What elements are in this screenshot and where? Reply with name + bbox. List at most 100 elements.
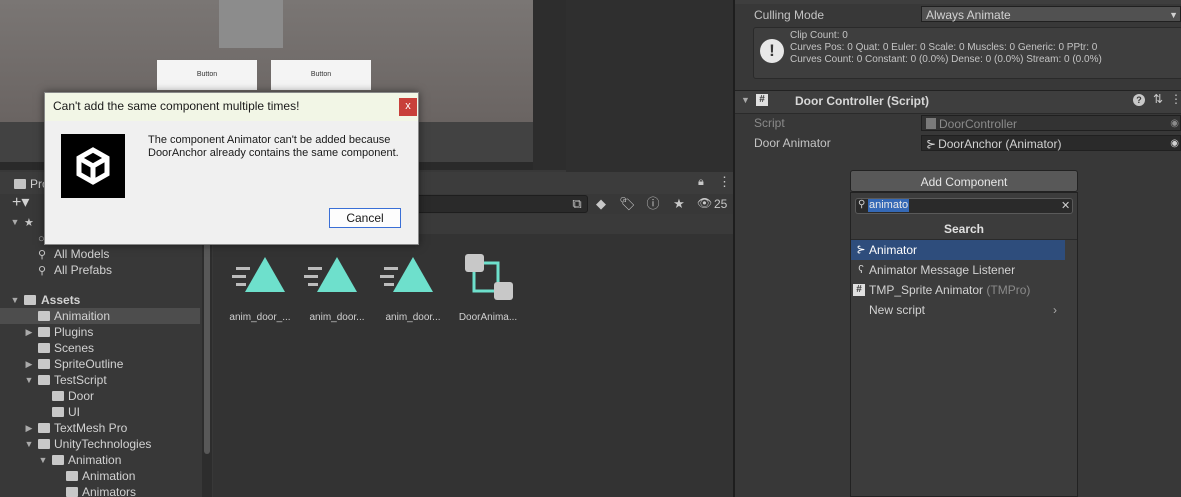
help-icon[interactable]: ? (1133, 94, 1145, 106)
favorite-star-icon[interactable]: ★ (671, 196, 687, 212)
chevron-down-icon: ▼ (1169, 10, 1178, 20)
clear-search-icon[interactable]: ✕ (1061, 199, 1070, 212)
dialog-close-button[interactable]: x (399, 98, 417, 116)
culling-mode-dropdown[interactable]: Always Animate ▼ (921, 6, 1181, 22)
expand-caret-icon[interactable]: ▼ (10, 214, 20, 230)
tree-item-animation-sub[interactable]: Animation (0, 468, 200, 484)
expand-caret-icon[interactable]: ▼ (38, 452, 48, 468)
asset-label: anim_door... (309, 312, 365, 323)
script-icon: # (756, 94, 768, 106)
expand-caret-icon[interactable]: ▼ (24, 436, 34, 452)
project-search-input[interactable] (410, 195, 588, 213)
dialog-message-line: DoorAnchor already contains the same com… (148, 147, 399, 159)
search-scope-icon[interactable]: ⧉ (569, 196, 585, 212)
component-option-animator-message-listener[interactable]: ʕ Animator Message Listener (851, 260, 1065, 280)
script-field: DoorController ◉ (921, 115, 1181, 131)
dialog-cancel-button[interactable]: Cancel (329, 208, 401, 228)
scene-ui-button: Button (271, 60, 371, 90)
tree-item-textmesh-pro[interactable]: ▶ TextMesh Pro (0, 420, 200, 436)
folder-icon (38, 311, 50, 321)
info-line: Curves Pos: 0 Quat: 0 Euler: 0 Scale: 0 … (790, 42, 1098, 53)
info-exclamation-icon: ! (760, 39, 784, 63)
component-option-new-script[interactable]: New script › (851, 300, 1065, 320)
empty-panel (566, 0, 733, 172)
tree-item-animation[interactable]: ▼ Animation (0, 452, 200, 468)
scene-door-object (219, 0, 283, 48)
unity-logo-icon (61, 134, 125, 198)
component-title: Door Controller (Script) (795, 94, 929, 108)
folder-icon (38, 343, 50, 353)
asset-item[interactable]: anim_door... (375, 252, 451, 323)
animator-controller-icon (465, 254, 513, 300)
asset-label: DoorAnima... (458, 312, 518, 323)
asset-label: anim_door_... (229, 312, 291, 323)
visibility-eye-icon[interactable]: 👁︎ (697, 196, 712, 210)
tree-item-assets[interactable]: ▼ Assets (0, 292, 200, 308)
create-plus-icon[interactable]: +▾ (12, 194, 29, 212)
dialog-title: Can't add the same component multiple ti… (53, 99, 300, 113)
tree-scrollbar-thumb[interactable] (204, 216, 210, 454)
tree-item-unitytechnologies[interactable]: ▼ UnityTechnologies (0, 436, 200, 452)
filter-type-icon[interactable]: ◆ (593, 196, 609, 212)
expand-caret-icon[interactable]: ▼ (10, 292, 20, 308)
folder-icon (24, 295, 36, 305)
folder-icon (52, 391, 64, 401)
tree-item-door[interactable]: Door (0, 388, 200, 404)
expand-caret-icon[interactable]: ▼ (24, 372, 34, 388)
scene-ui-button: Button (157, 60, 257, 90)
search-icon: ⚲ (38, 249, 47, 261)
popup-title: Search (943, 222, 985, 236)
folder-icon (66, 471, 78, 481)
star-icon: ★ (24, 217, 34, 229)
object-picker-icon: ◉ (1170, 118, 1179, 129)
animation-clip-icon (304, 257, 357, 292)
tree-item-spriteoutline[interactable]: ▶ SpriteOutline (0, 356, 200, 372)
filter-label-icon[interactable]: 🏷︎ (619, 196, 636, 212)
add-component-button[interactable]: Add Component (850, 170, 1078, 192)
expand-caret-icon[interactable]: ▶ (24, 324, 34, 340)
folder-icon (38, 359, 50, 369)
tree-item-animaition[interactable]: Animaition (0, 308, 200, 324)
expand-caret-icon[interactable]: ▶ (24, 356, 34, 372)
folder-icon (52, 407, 64, 417)
tree-item-scenes[interactable]: Scenes (0, 340, 200, 356)
tree-item-plugins[interactable]: ▶ Plugins (0, 324, 200, 340)
object-picker-icon[interactable]: ◉ (1170, 136, 1179, 152)
folder-icon (14, 179, 26, 189)
warning-filter-icon[interactable]: ⓘ (645, 196, 661, 212)
lock-icon[interactable]: 🔒︎ (698, 176, 704, 189)
asset-label: anim_door... (385, 312, 441, 323)
asset-item[interactable]: DoorAnima... (450, 252, 526, 323)
culling-mode-label: Culling Mode (754, 8, 825, 22)
folder-icon (38, 439, 50, 449)
search-icon: ⚲ (38, 265, 47, 277)
tree-item-testscript[interactable]: ▼ TestScript (0, 372, 200, 388)
folder-icon (38, 375, 50, 385)
more-menu-icon[interactable]: ⋮ (718, 174, 731, 190)
fold-caret-icon[interactable]: ▼ (741, 95, 750, 105)
script-icon: # (853, 284, 865, 296)
info-line: Curves Count: 0 Constant: 0 (0.0%) Dense… (790, 54, 1102, 65)
component-option-tmp-sprite-animator[interactable]: # TMP_Sprite Animator (TMPro) (851, 280, 1065, 300)
asset-item[interactable]: anim_door... (299, 252, 375, 323)
preset-icon[interactable]: ⇅ (1153, 92, 1163, 106)
door-animator-field[interactable]: ⊱ DoorAnchor (Animator) ◉ (921, 135, 1181, 151)
tree-item-all-prefabs[interactable]: ⚲ All Prefabs (0, 262, 200, 278)
animation-clip-icon (380, 257, 433, 292)
tree-item-all-models[interactable]: ⚲ All Models (0, 246, 200, 262)
component-option-animator[interactable]: ⊱ Animator (851, 240, 1065, 260)
animation-clip-icon (232, 257, 285, 292)
chevron-right-icon: › (1053, 303, 1057, 317)
inspector-top-row (735, 0, 1181, 4)
expand-caret-icon[interactable]: ▶ (24, 420, 34, 436)
project-tree: ▼ ★ ○ ⚲ All Models ⚲ All Prefabs ▼ Asset… (0, 214, 212, 497)
info-line: Clip Count: 0 (790, 30, 848, 41)
ear-icon: ʕ (858, 264, 864, 276)
asset-item[interactable]: anim_door_... (222, 252, 298, 323)
more-menu-icon[interactable]: ⋮ (1170, 92, 1181, 106)
tree-item-ui[interactable]: UI (0, 404, 200, 420)
visibility-count: 25 (714, 197, 728, 211)
search-icon: ⚲ (858, 199, 866, 210)
tree-item-animators[interactable]: Animators (0, 484, 200, 497)
script-label: Script (754, 116, 785, 130)
